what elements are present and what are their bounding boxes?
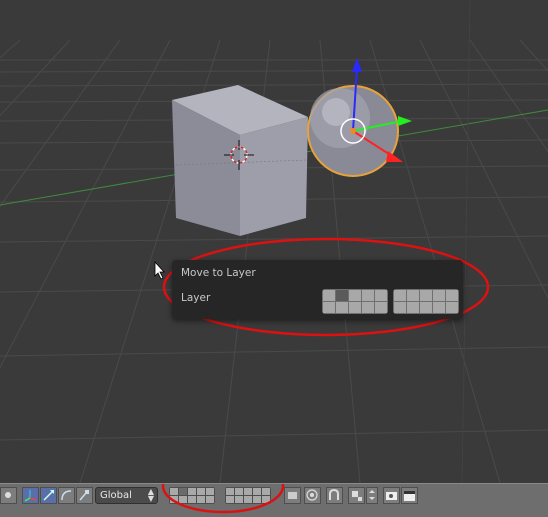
layer-button[interactable] [446,290,458,301]
header-layer-button[interactable] [170,488,178,495]
layer-button[interactable] [323,302,335,313]
manipulator-icon[interactable] [22,487,39,504]
snap-element-icon[interactable] [348,487,365,504]
viewport-header: Global ▲ ▼ [0,483,548,517]
header-layer-button[interactable] [244,488,252,495]
header-layer-button[interactable] [206,488,214,495]
layer-button[interactable] [420,302,432,313]
header-layer-button-active[interactable] [179,488,187,495]
layer-button[interactable] [394,290,406,301]
header-layer-button[interactable] [226,488,234,495]
move-to-layer-popup: Move to Layer Layer [172,260,463,319]
layer-button[interactable] [394,302,406,313]
3d-viewport[interactable]: Move to Layer Layer [0,0,548,483]
pivot-icon[interactable] [0,487,17,504]
header-layer-button[interactable] [226,496,234,503]
layer-button[interactable] [433,290,445,301]
header-layer-button[interactable] [235,496,243,503]
layer-button[interactable] [349,302,361,313]
transform-orientation-select[interactable]: Global ▲ ▼ [95,487,158,504]
clapper-icon[interactable] [401,487,418,504]
header-layer-button[interactable] [244,496,252,503]
blender-window: Move to Layer Layer Global ▲ ▼ [0,0,548,517]
popup-title: Move to Layer [181,267,256,279]
layer-button[interactable] [349,290,361,301]
snap-dropdown-icon[interactable] [366,487,378,504]
layer-button[interactable] [336,302,348,313]
header-layer-button[interactable] [188,496,196,503]
layer-label: Layer [181,292,211,304]
layer-grid-left [322,289,388,314]
layer-button[interactable] [362,290,374,301]
header-layer-button[interactable] [197,488,205,495]
header-layer-button[interactable] [197,496,205,503]
select-arrows-icon: ▲ ▼ [147,487,154,503]
layer-button[interactable] [323,290,335,301]
rotate-icon[interactable] [58,487,75,504]
layer-button[interactable] [407,290,419,301]
header-layer-grid-left [169,487,215,504]
layer-button[interactable] [375,302,387,313]
header-layer-button[interactable] [262,488,270,495]
layer-button-active[interactable] [336,290,348,301]
layer-button[interactable] [446,302,458,313]
layer-button[interactable] [433,302,445,313]
translate-icon[interactable] [40,487,57,504]
header-layer-button[interactable] [253,488,261,495]
layer-grid-right [393,289,459,314]
render-icon[interactable] [383,487,400,504]
lock-camera-icon[interactable] [284,487,301,504]
scale-icon[interactable] [76,487,93,504]
layer-button[interactable] [407,302,419,313]
header-layer-button[interactable] [206,496,214,503]
header-layer-button[interactable] [188,488,196,495]
header-layer-button[interactable] [235,488,243,495]
proportional-edit-icon[interactable] [304,487,321,504]
header-layer-button[interactable] [179,496,187,503]
layer-button[interactable] [362,302,374,313]
layer-button[interactable] [375,290,387,301]
header-layer-button[interactable] [253,496,261,503]
viewport-scene [0,0,548,483]
snap-icon[interactable] [326,487,343,504]
header-layer-grid-right [225,487,271,504]
header-layer-button[interactable] [262,496,270,503]
header-layer-button[interactable] [170,496,178,503]
layer-button[interactable] [420,290,432,301]
transform-orientation-value: Global [100,490,132,501]
